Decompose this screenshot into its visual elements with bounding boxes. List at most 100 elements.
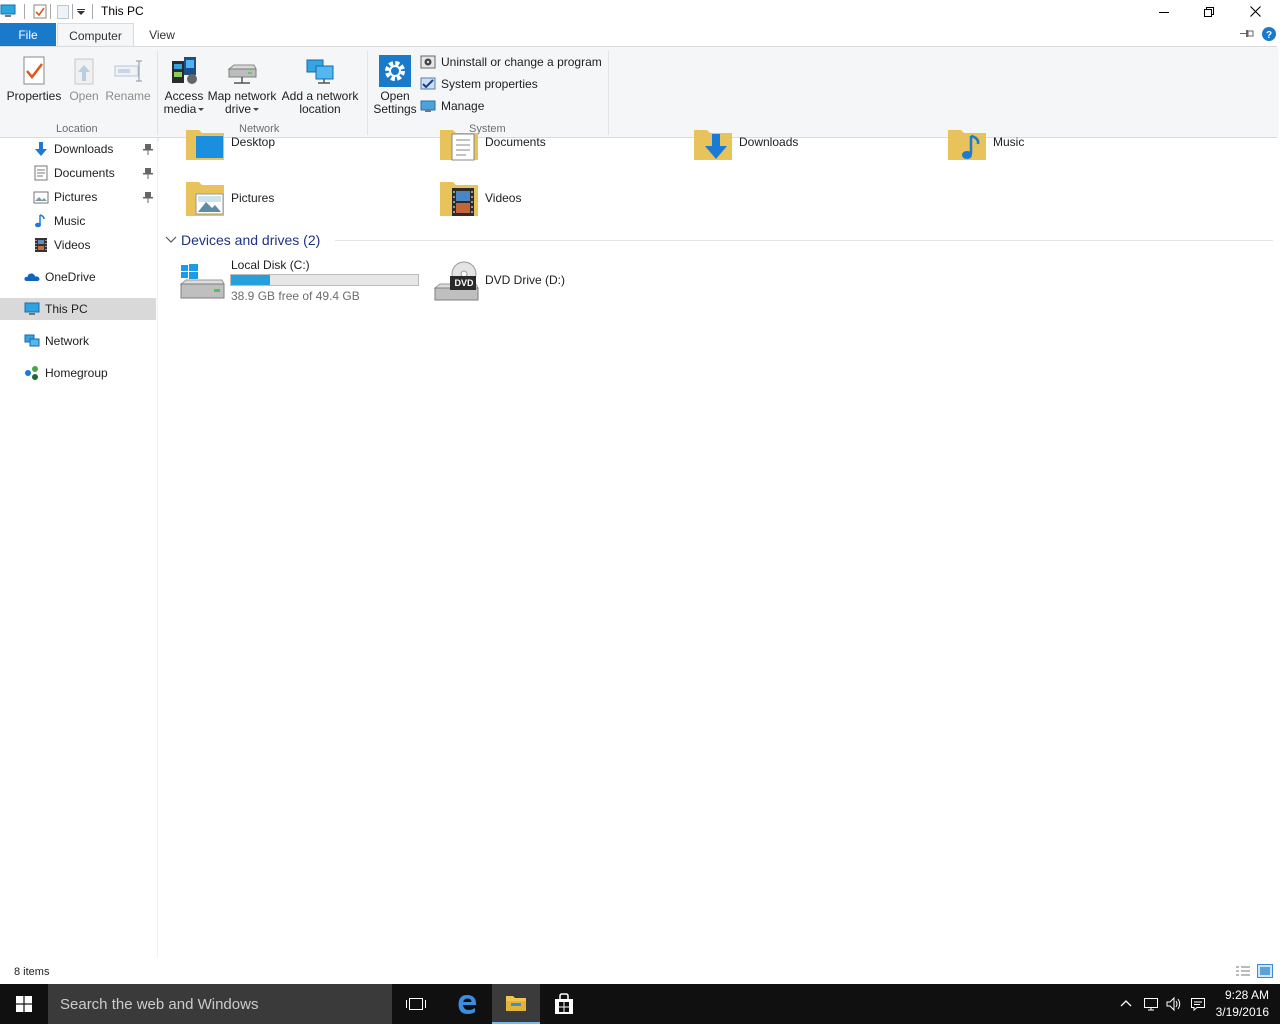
pictures-folder-icon (185, 178, 225, 218)
store-button[interactable] (540, 984, 588, 1024)
folder-music[interactable]: Music (947, 120, 1024, 164)
large-icons-view-icon[interactable] (1257, 964, 1273, 978)
nav-label-onedrive: OneDrive (45, 270, 96, 284)
action-center-icon[interactable] (1190, 996, 1206, 1012)
folder-desktop[interactable]: Desktop (185, 120, 275, 164)
taskbar: Search the web and Windows 9:28 AM 3/19/… (0, 984, 1280, 1024)
uninstall-program-icon (420, 54, 436, 70)
folder-videos[interactable]: Videos (439, 176, 521, 220)
windows-drive-icon (178, 262, 226, 304)
file-explorer-icon (505, 994, 527, 1012)
open-label: Open (69, 89, 99, 103)
nav-item-downloads[interactable]: Downloads (0, 138, 156, 160)
help-icon[interactable]: ? (1262, 27, 1276, 41)
system-properties-icon (420, 76, 436, 92)
folder-documents[interactable]: Documents (439, 120, 546, 164)
drive-c-free-space: 38.9 GB free of 49.4 GB (231, 289, 360, 303)
drive-c-name: Local Disk (C:) (231, 258, 310, 272)
map-network-drive-button[interactable]: Map network drive (206, 55, 278, 116)
nav-item-videos[interactable]: Videos (0, 234, 156, 256)
manage-icon (420, 98, 436, 114)
folder-downloads[interactable]: Downloads (693, 120, 798, 164)
settings-gear-icon (379, 55, 411, 87)
music-folder-icon (947, 122, 987, 162)
nav-item-homegroup[interactable]: Homegroup (0, 362, 156, 384)
open-settings-button[interactable]: Open Settings (372, 55, 418, 116)
add-network-location-icon (304, 55, 336, 87)
pin-icon[interactable] (143, 143, 153, 155)
nav-item-onedrive[interactable]: OneDrive (0, 266, 156, 288)
pin-icon[interactable] (143, 167, 153, 179)
properties-button[interactable]: Properties (6, 55, 62, 103)
restore-button[interactable] (1186, 0, 1232, 23)
pin-icon[interactable] (143, 191, 153, 203)
minimize-button[interactable] (1141, 0, 1187, 23)
location-group-label: Location (56, 123, 98, 135)
open-button[interactable]: Open (64, 55, 104, 103)
nav-item-network[interactable]: Network (0, 330, 156, 352)
folder-label: Music (993, 135, 1025, 149)
videos-film-icon (33, 237, 49, 253)
tab-file[interactable]: File (0, 23, 56, 47)
drive-c-usage-bar (230, 274, 419, 286)
devices-group-label: Devices and drives (2) (181, 232, 321, 248)
properties-icon (18, 55, 50, 87)
details-view-icon[interactable] (1235, 965, 1251, 978)
chevron-down-icon (198, 108, 205, 112)
network-icon (24, 333, 40, 349)
folder-label: Documents (485, 135, 546, 149)
nav-item-pictures[interactable]: Pictures (0, 186, 156, 208)
show-hidden-icons-chevron-icon[interactable] (1120, 999, 1132, 1007)
drive-dvd-d[interactable]: DVD DVD Drive (D:) (432, 258, 632, 304)
drive-c-usage-fill (231, 275, 271, 285)
restore-icon (1204, 6, 1214, 17)
downloads-arrow-icon (33, 141, 49, 157)
new-folder-qat-icon[interactable] (57, 5, 69, 19)
navigation-pane: Downloads Documents Pictures Music Video… (0, 138, 158, 958)
close-button[interactable] (1232, 0, 1278, 23)
music-note-icon (33, 213, 49, 229)
system-properties-button[interactable]: System properties (420, 74, 538, 94)
window-title: This PC (101, 4, 144, 18)
clock-date: 3/19/2016 (1215, 1005, 1269, 1019)
volume-icon[interactable] (1166, 996, 1182, 1012)
pin-ribbon-icon[interactable] (1240, 29, 1254, 39)
minimize-icon (1159, 7, 1169, 17)
manage-label: Manage (441, 99, 485, 113)
properties-qat-icon[interactable] (33, 4, 47, 19)
customize-qat-icon[interactable] (77, 9, 85, 15)
access-media-icon (168, 55, 200, 87)
rename-label: Rename (105, 89, 151, 103)
task-view-icon (405, 996, 427, 1012)
rename-icon (112, 55, 144, 87)
tab-view[interactable]: View (140, 23, 184, 47)
nav-label-pictures: Pictures (54, 190, 98, 204)
folder-pictures[interactable]: Pictures (185, 176, 274, 220)
nav-label-documents: Documents (54, 166, 115, 180)
ribbon-tabs: File Computer View ? (0, 23, 1280, 47)
nav-item-music[interactable]: Music (0, 210, 156, 232)
uninstall-program-button[interactable]: Uninstall or change a program (420, 52, 602, 72)
start-button[interactable] (0, 984, 48, 1024)
taskbar-search-box[interactable]: Search the web and Windows (48, 984, 392, 1024)
status-bar: 8 items (0, 962, 1280, 982)
tab-computer[interactable]: Computer (57, 23, 134, 47)
drive-d-name: DVD Drive (D:) (485, 273, 565, 287)
devices-group-header[interactable]: Devices and drives (2) (165, 229, 320, 251)
clock[interactable]: 9:28 AM 3/19/2016 (1216, 987, 1269, 1021)
properties-label: Properties (6, 89, 62, 103)
folder-label: Desktop (231, 135, 276, 149)
system-properties-label: System properties (441, 77, 538, 91)
nav-item-this-pc[interactable]: This PC (0, 298, 156, 320)
this-pc-icon[interactable] (0, 4, 16, 18)
task-view-button[interactable] (392, 984, 440, 1024)
network-tray-icon[interactable] (1143, 996, 1159, 1012)
access-media-button[interactable]: Access media (162, 55, 206, 116)
nav-item-documents[interactable]: Documents (0, 162, 156, 184)
add-network-location-button[interactable]: Add a network location (280, 55, 360, 116)
file-explorer-button[interactable] (492, 984, 540, 1024)
rename-button[interactable]: Rename (104, 55, 152, 103)
documents-folder-icon (439, 122, 479, 162)
manage-button[interactable]: Manage (420, 96, 484, 116)
edge-browser-button[interactable] (443, 984, 491, 1024)
